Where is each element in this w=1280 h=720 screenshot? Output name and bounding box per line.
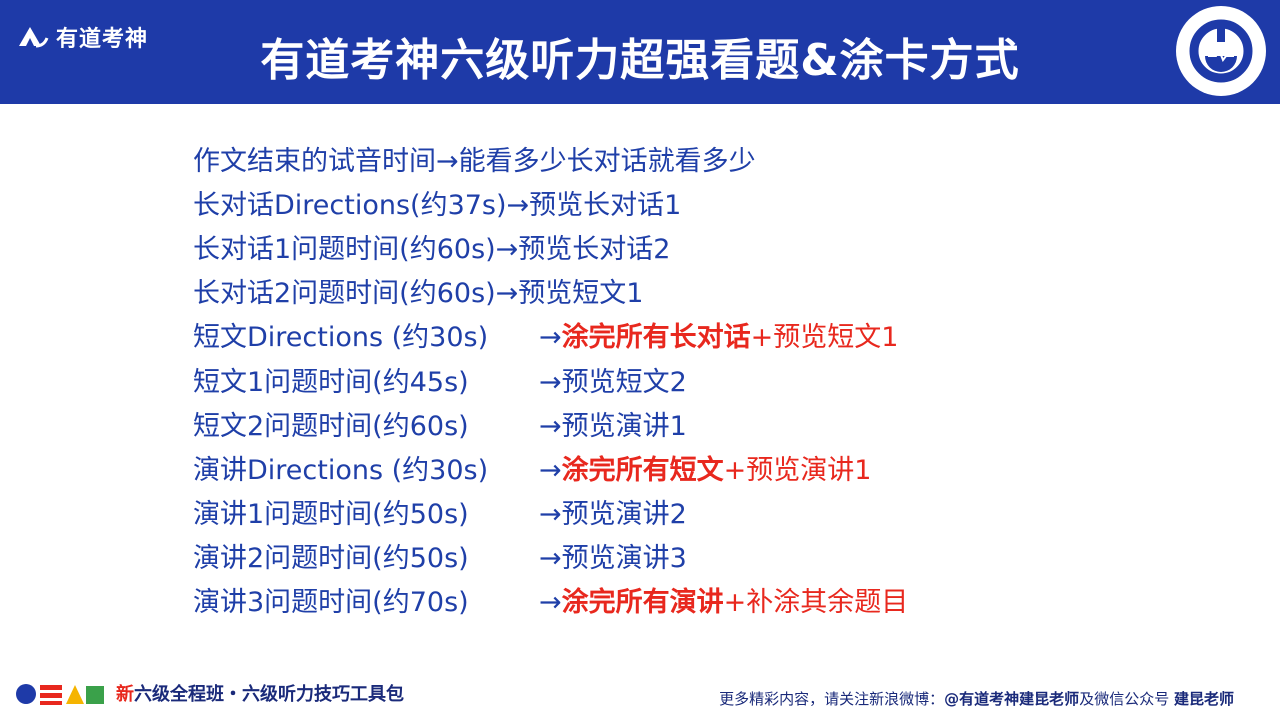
- phase-label: 演讲3问题时间(约70s): [193, 587, 469, 619]
- action-extra: +预览短文1: [750, 322, 899, 354]
- schedule-row: 短文Directions (约30s) →涂完所有长对话+预览短文1: [193, 313, 1093, 357]
- phase-label: 演讲2问题时间(约50s): [193, 543, 469, 575]
- phase-label: 短文Directions (约30s): [193, 322, 489, 354]
- course-footer: 新六级全程班・六级听力技巧工具包: [14, 676, 404, 710]
- schedule-row: 短文1问题时间(约45s) →预览短文2: [193, 357, 1093, 401]
- action-text: 预览演讲3: [561, 543, 687, 575]
- schedule-row: 演讲2问题时间(约50s) →预览演讲3: [193, 534, 1093, 578]
- action-highlight: 涂完所有短文: [561, 454, 724, 486]
- phase-label: 作文结束的试音时间: [193, 145, 436, 177]
- action-text: 预览短文2: [561, 366, 687, 398]
- schedule-row: 短文2问题时间(约60s) →预览演讲1: [193, 401, 1093, 445]
- phase-action: →预览演讲1: [539, 404, 687, 443]
- action-highlight: 涂完所有演讲: [561, 587, 724, 619]
- shapes-logo-icon: [16, 684, 104, 705]
- schedule-row: 长对话2问题时间(约60s) →预览短文1: [193, 269, 1093, 313]
- phase-action: →预览长对话1: [507, 183, 682, 222]
- schedule-row: 长对话1问题时间(约60s) →预览长对话2: [193, 224, 1093, 268]
- phase-label: 长对话2问题时间(约60s): [193, 278, 496, 310]
- phase-label: 演讲Directions (约30s): [193, 454, 489, 486]
- brand: 有道考神: [16, 22, 148, 52]
- schedule-row: 长对话Directions(约37s) →预览长对话1: [193, 180, 1093, 224]
- arrow-icon: →: [539, 322, 562, 354]
- course-name: 新六级全程班・六级听力技巧工具包: [116, 680, 404, 706]
- arrow-icon: →: [436, 145, 459, 177]
- schedule-row: 演讲1问题时间(约50s) →预览演讲2: [193, 490, 1093, 534]
- header-banner: 有道考神 有道考神六级听力超强看题&涂卡方式: [0, 0, 1280, 104]
- action-text: 预览长对话1: [529, 189, 682, 221]
- phase-label: 长对话1问题时间(约60s): [193, 233, 496, 265]
- stopwatch-icon: [1189, 19, 1253, 83]
- phase-label: 短文1问题时间(约45s): [193, 366, 469, 398]
- phase-action: →预览演讲2: [539, 492, 687, 531]
- phase-label: 演讲1问题时间(约50s): [193, 499, 469, 531]
- action-text: 预览短文1: [518, 278, 644, 310]
- phase-action: →预览短文1: [496, 271, 644, 310]
- course-new-label: 新: [116, 684, 134, 705]
- phase-action: →涂完所有演讲+补涂其余题目: [539, 580, 908, 619]
- arrow-icon: →: [539, 543, 562, 575]
- action-extra: +补涂其余题目: [723, 587, 909, 619]
- arrow-icon: →: [539, 410, 562, 442]
- timer-logo: [1176, 6, 1266, 96]
- phase-action: →涂完所有短文+预览演讲1: [539, 448, 871, 487]
- action-extra: +预览演讲1: [723, 454, 872, 486]
- page-title: 有道考神六级听力超强看题&涂卡方式: [260, 35, 1020, 86]
- phase-action: →预览长对话2: [496, 227, 671, 266]
- promo-footer: 更多精彩内容，请关注新浪微博：@有道考神建昆老师及微信公众号 建昆老师: [719, 688, 1234, 709]
- action-text: 预览演讲2: [561, 499, 687, 531]
- action-text: 预览演讲1: [561, 410, 687, 442]
- action-highlight: 涂完所有长对话: [561, 322, 751, 354]
- schedule-row: 作文结束的试音时间 →能看多少长对话就看多少: [193, 136, 1093, 180]
- promo-middle: 及微信公众号: [1079, 690, 1170, 708]
- phase-label: 短文2问题时间(约60s): [193, 410, 469, 442]
- action-text: 预览长对话2: [518, 233, 671, 265]
- course-title: 六级全程班・六级听力技巧工具包: [134, 684, 404, 705]
- schedule-row: 演讲3问题时间(约70s) →涂完所有演讲+补涂其余题目: [193, 578, 1093, 622]
- schedule-list: 作文结束的试音时间 →能看多少长对话就看多少 长对话Directions(约37s)…: [193, 136, 1093, 622]
- arrow-icon: →: [539, 499, 562, 531]
- phase-action: →能看多少长对话就看多少: [436, 139, 756, 178]
- arrow-icon: →: [539, 587, 562, 619]
- brand-name: 有道考神: [56, 27, 149, 52]
- phase-action: →预览演讲3: [539, 536, 687, 575]
- youdao-logo-icon: [19, 27, 49, 48]
- schedule-row: 演讲Directions (约30s) →涂完所有短文+预览演讲1: [193, 445, 1093, 489]
- wechat-account: 建昆老师: [1173, 690, 1234, 708]
- phase-action: →预览短文2: [539, 360, 687, 399]
- arrow-icon: →: [495, 278, 519, 310]
- action-text: 能看多少长对话就看多少: [458, 145, 756, 177]
- arrow-icon: →: [495, 233, 519, 265]
- arrow-icon: →: [506, 189, 530, 221]
- phase-action: →涂完所有长对话+预览短文1: [539, 315, 898, 354]
- promo-prefix: 更多精彩内容，请关注新浪微博：: [719, 690, 945, 708]
- phase-label: 长对话Directions(约37s): [193, 189, 507, 221]
- arrow-icon: →: [539, 454, 562, 486]
- weibo-handle: @有道考神建昆老师: [944, 690, 1080, 708]
- arrow-icon: →: [539, 366, 562, 398]
